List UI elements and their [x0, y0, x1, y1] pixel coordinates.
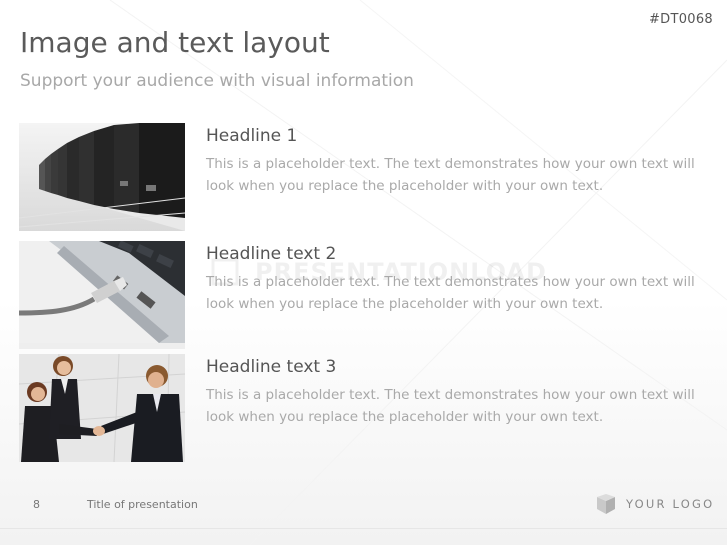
page-number: 8 [33, 498, 40, 511]
headline-1: Headline 1 [206, 126, 298, 146]
network-cable-laptop-image [19, 241, 185, 349]
content-row-3: Headline text 3 This is a placeholder te… [19, 354, 709, 462]
body-text-1: This is a placeholder text. The text dem… [206, 156, 695, 194]
headline-3: Headline text 3 [206, 357, 337, 377]
headline-2: Headline text 2 [206, 244, 337, 264]
slide-subtitle: Support your audience with visual inform… [20, 71, 414, 91]
content-row-2: Headline text 2 This is a placeholder te… [19, 241, 709, 349]
logo-text: YOUR LOGO [626, 497, 715, 511]
body-text-2: This is a placeholder text. The text dem… [206, 274, 695, 312]
slide: #DT0068 Image and text layout Support yo… [0, 0, 727, 545]
business-handshake-image [19, 354, 185, 462]
footer-divider [0, 528, 727, 529]
slide-title: Image and text layout [20, 26, 330, 59]
logo-icon [597, 494, 615, 514]
server-racks-image [19, 123, 185, 231]
presentation-title: Title of presentation [87, 498, 198, 511]
content-row-1: Headline 1 This is a placeholder text. T… [19, 123, 709, 231]
slide-code: #DT0068 [648, 12, 713, 27]
body-text-3: This is a placeholder text. The text dem… [206, 387, 695, 425]
